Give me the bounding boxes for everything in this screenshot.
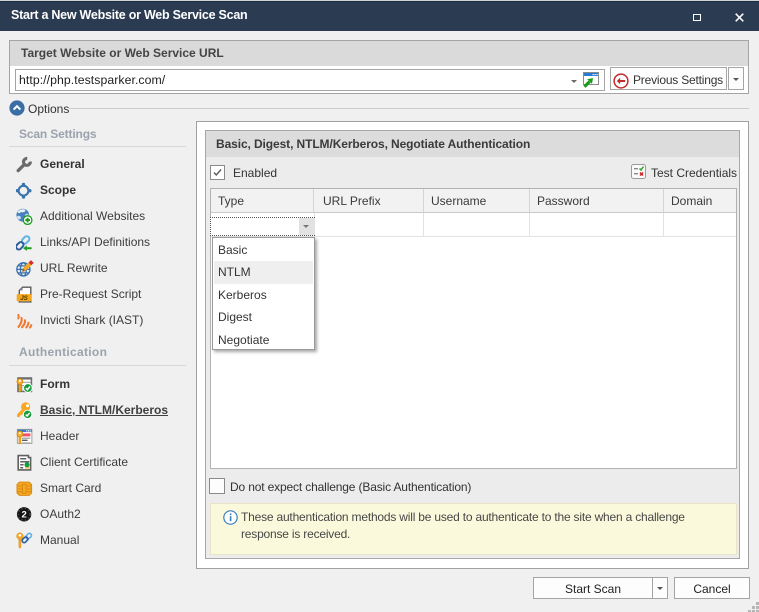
svg-text:JS: JS (20, 295, 28, 302)
svg-text:2: 2 (21, 510, 26, 521)
